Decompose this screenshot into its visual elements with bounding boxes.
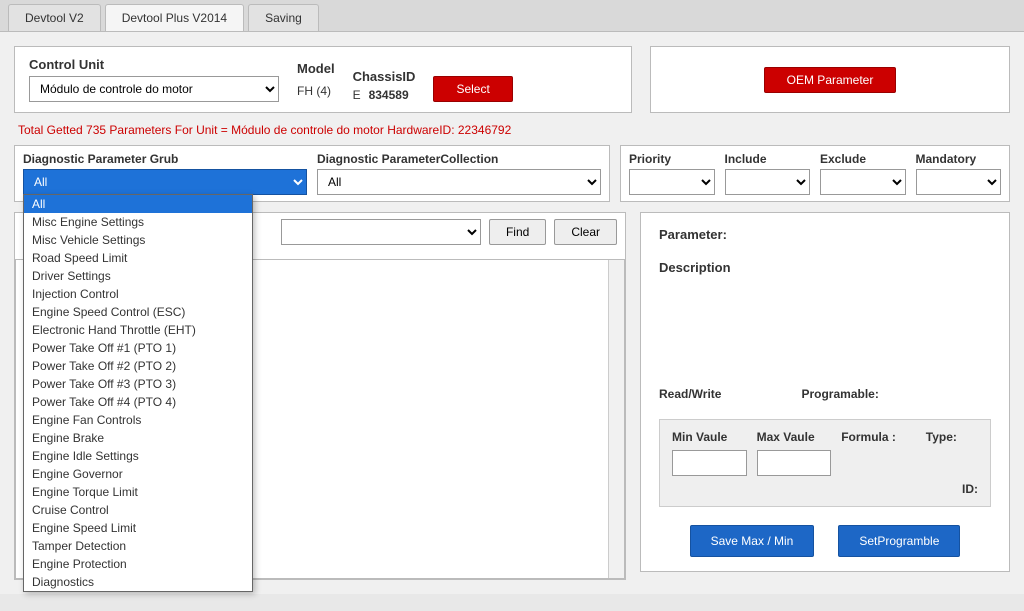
oem-panel: OEM Parameter — [650, 46, 1010, 113]
tab-saving[interactable]: Saving — [248, 4, 319, 31]
mandatory-select[interactable] — [916, 169, 1002, 195]
include-label: Include — [725, 152, 811, 166]
group-filter-select[interactable]: All — [23, 169, 307, 195]
status-text: Total Getted 735 Parameters For Unit = M… — [18, 123, 1006, 137]
parameter-label: Parameter: — [659, 227, 727, 242]
dropdown-option[interactable]: Power Take Off #3 (PTO 3) — [24, 375, 252, 393]
id-label: ID: — [672, 482, 978, 496]
formula-label: Formula : — [841, 430, 916, 444]
dropdown-option[interactable]: Engine Governor — [24, 465, 252, 483]
oem-parameter-button[interactable]: OEM Parameter — [764, 67, 897, 93]
select-button[interactable]: Select — [433, 76, 512, 102]
set-programable-button[interactable]: SetProgramble — [838, 525, 960, 557]
min-input[interactable] — [672, 450, 747, 476]
chassis-prefix: E — [353, 88, 361, 102]
collection-filter-select[interactable]: All — [317, 169, 601, 195]
dropdown-option[interactable]: All — [24, 195, 252, 213]
dropdown-option[interactable]: Electronic Hand Throttle (EHT) — [24, 321, 252, 339]
chassis-label: ChassisID — [353, 69, 416, 84]
detail-panel: Parameter: Description Read/Write Progra… — [640, 212, 1010, 572]
chassis-value: 834589 — [369, 88, 409, 102]
dropdown-option[interactable]: Driver Settings — [24, 267, 252, 285]
dropdown-option[interactable]: Engine Protection — [24, 555, 252, 573]
dropdown-option[interactable]: Misc Vehicle Settings — [24, 231, 252, 249]
dropdown-option[interactable]: Engine Speed Limit — [24, 519, 252, 537]
max-label: Max Vaule — [757, 430, 832, 444]
control-panel: Control Unit Módulo de controle do motor… — [14, 46, 632, 113]
dropdown-option[interactable]: Road Speed Limit — [24, 249, 252, 267]
model-label: Model — [297, 61, 335, 76]
max-input[interactable] — [757, 450, 832, 476]
control-unit-select[interactable]: Módulo de controle do motor — [29, 76, 279, 102]
dropdown-option[interactable]: Engine Torque Limit — [24, 483, 252, 501]
dropdown-option[interactable]: Tamper Detection — [24, 537, 252, 555]
priority-label: Priority — [629, 152, 715, 166]
control-unit-label: Control Unit — [29, 57, 279, 72]
dropdown-option[interactable]: Injection Control — [24, 285, 252, 303]
dropdown-option[interactable]: Diagnostics — [24, 573, 252, 591]
dropdown-option[interactable]: Power Take Off #2 (PTO 2) — [24, 357, 252, 375]
exclude-label: Exclude — [820, 152, 906, 166]
priority-select[interactable] — [629, 169, 715, 195]
tab-devtool-plus[interactable]: Devtool Plus V2014 — [105, 4, 244, 31]
scrollbar[interactable] — [608, 260, 624, 578]
dropdown-option[interactable]: Engine Fan Controls — [24, 411, 252, 429]
save-minmax-button[interactable]: Save Max / Min — [690, 525, 815, 557]
description-label: Description — [659, 260, 731, 275]
dropdown-option[interactable]: Misc Engine Settings — [24, 213, 252, 231]
include-select[interactable] — [725, 169, 811, 195]
exclude-select[interactable] — [820, 169, 906, 195]
find-button[interactable]: Find — [489, 219, 546, 245]
readwrite-label: Read/Write — [659, 387, 721, 401]
programable-label: Programable: — [801, 387, 878, 401]
type-label: Type: — [926, 430, 978, 444]
dropdown-option[interactable]: Cruise Control — [24, 501, 252, 519]
dropdown-option[interactable]: Power Take Off #1 (PTO 1) — [24, 339, 252, 357]
mandatory-label: Mandatory — [916, 152, 1002, 166]
search-scope-select[interactable] — [281, 219, 481, 245]
tab-devtool-v2[interactable]: Devtool V2 — [8, 4, 101, 31]
model-value: FH (4) — [297, 80, 335, 102]
dropdown-option[interactable]: Engine Idle Settings — [24, 447, 252, 465]
dropdown-option[interactable]: Power Take Off #4 (PTO 4) — [24, 393, 252, 411]
group-dropdown-list[interactable]: AllMisc Engine SettingsMisc Vehicle Sett… — [23, 194, 253, 592]
dropdown-option[interactable]: Engine Speed Control (ESC) — [24, 303, 252, 321]
collection-filter-label: Diagnostic ParameterCollection — [317, 152, 601, 166]
group-filter-label: Diagnostic Parameter Grub — [23, 152, 307, 166]
clear-button[interactable]: Clear — [554, 219, 617, 245]
dropdown-option[interactable]: Engine Brake — [24, 429, 252, 447]
min-label: Min Vaule — [672, 430, 747, 444]
